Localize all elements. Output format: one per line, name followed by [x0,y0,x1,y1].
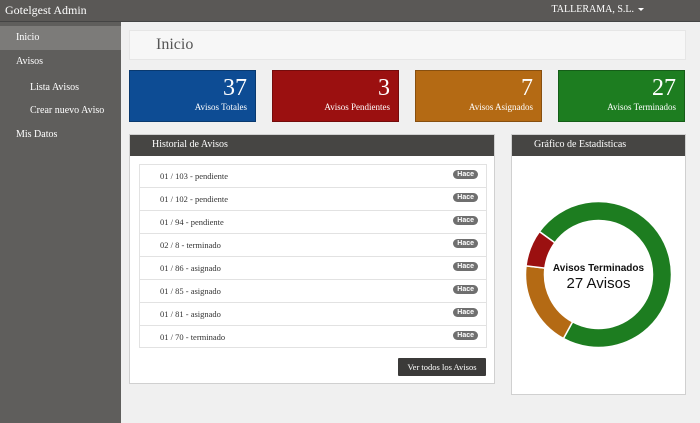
list-item[interactable]: 01 / 102 - pendiente Hace [140,188,486,211]
list-item-text: 01 / 86 - asignado [160,263,221,273]
page-title: Inicio [156,36,194,53]
stat-label: Avisos Asignados [468,102,533,112]
donut-center-label: Avisos Terminados 27 Avisos [525,263,672,292]
stat-label: Avisos Pendientes [324,102,390,112]
list-item[interactable]: 01 / 86 - asignado Hace [140,257,486,280]
time-badge: Hace [453,170,478,179]
list-item-text: 02 / 8 - terminado [160,240,221,250]
stats-panel: Gráfico de Estadísticas Avisos Terminado… [511,134,686,395]
stats-panel-title: Gráfico de Estadísticas [512,135,685,156]
stat-value: 37 [223,75,247,101]
stat-label: Avisos Totales [194,102,247,112]
stat-value: 27 [652,75,676,101]
sidebar-item-crear-aviso[interactable]: Crear nuevo Aviso [0,105,121,116]
history-panel-title: Historial de Avisos [130,135,494,156]
donut-chart: Avisos Terminados 27 Avisos [524,200,673,349]
time-badge: Hace [453,216,478,225]
user-menu-label: TALLERAMA, S.L. [551,4,634,15]
stat-card-asignados[interactable]: 7 Avisos Asignados [415,70,542,122]
top-navbar: Gotelgest Admin TALLERAMA, S.L. [0,0,700,22]
stat-value: 3 [378,75,390,101]
time-badge: Hace [453,285,478,294]
history-panel: Historial de Avisos 01 / 103 - pendiente… [129,134,495,384]
list-item[interactable]: 01 / 94 - pendiente Hace [140,211,486,234]
caret-down-icon [638,8,644,12]
user-menu-dropdown[interactable]: TALLERAMA, S.L. [551,4,644,15]
view-all-avisos-button[interactable]: Ver todos los Avisos [398,358,486,376]
list-item-text: 01 / 102 - pendiente [160,194,228,204]
time-badge: Hace [453,193,478,202]
list-item[interactable]: 01 / 85 - asignado Hace [140,280,486,303]
sidebar-item-avisos[interactable]: Avisos [0,56,121,67]
brand-logo-text[interactable]: Gotelgest Admin [5,3,87,18]
list-item-text: 01 / 85 - asignado [160,286,221,296]
stat-value: 7 [521,75,533,101]
list-item[interactable]: 01 / 103 - pendiente Hace [140,165,486,188]
donut-center-value: 27 Avisos [566,275,631,292]
stat-card-terminados[interactable]: 27 Avisos Terminados [558,70,685,122]
stat-label: Avisos Terminados [607,102,676,112]
time-badge: Hace [453,262,478,271]
stat-card-pendientes[interactable]: 3 Avisos Pendientes [272,70,399,122]
time-badge: Hace [453,239,478,248]
list-item-text: 01 / 81 - asignado [160,309,221,319]
sidebar-item-inicio[interactable]: Inicio [0,26,121,50]
donut-center-title: Avisos Terminados [552,263,645,274]
page-header: Inicio [129,30,686,60]
sidebar: Inicio Avisos Lista Avisos Crear nuevo A… [0,22,121,423]
time-badge: Hace [453,331,478,340]
list-item-text: 01 / 103 - pendiente [160,171,228,181]
time-badge: Hace [453,308,478,317]
list-item-text: 01 / 94 - pendiente [160,217,224,227]
list-item[interactable]: 02 / 8 - terminado Hace [140,234,486,257]
list-item[interactable]: 01 / 70 - terminado Hace [140,326,486,349]
list-item-text: 01 / 70 - terminado [160,332,226,342]
sidebar-item-lista-avisos[interactable]: Lista Avisos [0,82,121,93]
history-list: 01 / 103 - pendiente Hace 01 / 102 - pend… [139,164,487,348]
sidebar-item-mis-datos[interactable]: Mis Datos [0,129,121,140]
stat-card-totales[interactable]: 37 Avisos Totales [129,70,256,122]
list-item[interactable]: 01 / 81 - asignado Hace [140,303,486,326]
